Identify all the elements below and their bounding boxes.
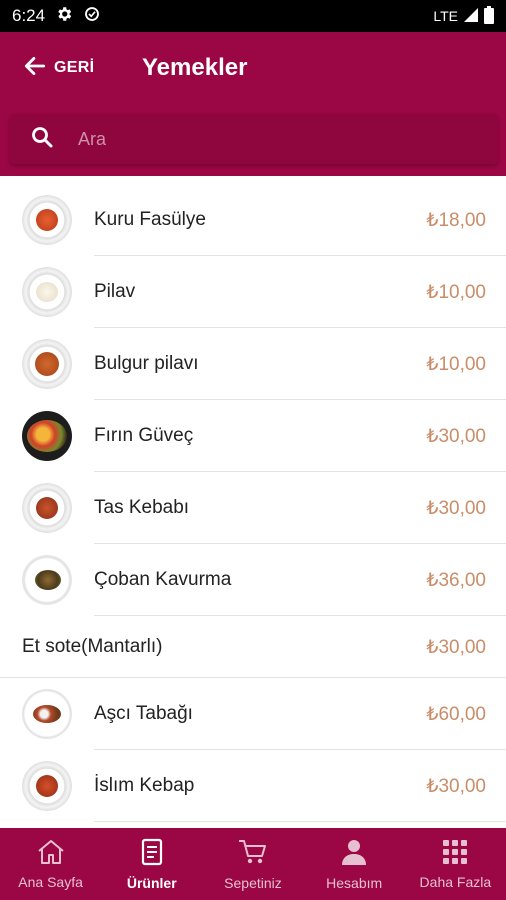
home-icon bbox=[36, 839, 66, 870]
nav-label: Ürünler bbox=[126, 874, 177, 891]
product-image bbox=[22, 689, 72, 739]
arrow-left-icon bbox=[22, 53, 48, 84]
list-item[interactable]: Bulgur pilavı ₺10,00 bbox=[0, 328, 506, 400]
data-saver-icon bbox=[83, 5, 101, 28]
settings-icon bbox=[55, 5, 73, 28]
search-box[interactable] bbox=[10, 114, 498, 164]
nav-account[interactable]: Hesabım bbox=[306, 838, 402, 891]
status-time: 6:24 bbox=[12, 6, 46, 25]
menu-book-icon bbox=[139, 838, 165, 871]
product-name: Kuru Fasülye bbox=[94, 209, 206, 230]
product-name: İslım Kebap bbox=[94, 775, 195, 796]
list-item[interactable]: İslım Kebap ₺30,00 bbox=[0, 750, 506, 822]
product-image bbox=[22, 267, 72, 317]
product-price: ₺60,00 bbox=[426, 703, 486, 725]
product-image bbox=[22, 339, 72, 389]
back-button[interactable]: GERİ bbox=[22, 52, 94, 84]
nav-label: Daha Fazla bbox=[419, 873, 492, 890]
product-price: ₺30,00 bbox=[426, 636, 486, 658]
product-image bbox=[22, 195, 72, 245]
bottom-nav: Ana Sayfa Ürünler Sepetiniz Hesabım Daha… bbox=[0, 828, 506, 900]
battery-icon bbox=[484, 5, 494, 27]
list-item[interactable]: Aşcı Tabağı ₺60,00 bbox=[0, 678, 506, 750]
list-item[interactable]: Tas Kebabı ₺30,00 bbox=[0, 472, 506, 544]
signal-icon bbox=[464, 7, 478, 25]
search-input[interactable] bbox=[78, 128, 458, 150]
status-bar: 6:24 LTE bbox=[0, 0, 506, 32]
product-name: Fırın Güveç bbox=[94, 425, 194, 446]
product-name: Çoban Kavurma bbox=[94, 569, 232, 590]
nav-products[interactable]: Ürünler bbox=[104, 838, 200, 891]
product-price: ₺30,00 bbox=[426, 497, 486, 519]
divider bbox=[94, 821, 506, 822]
nav-label: Sepetiniz bbox=[224, 874, 282, 891]
product-price: ₺10,00 bbox=[426, 353, 486, 375]
nav-more[interactable]: Daha Fazla bbox=[407, 839, 503, 890]
product-name: Tas Kebabı bbox=[94, 497, 190, 518]
product-name: Et sote(Mantarlı) bbox=[22, 636, 163, 657]
product-image bbox=[22, 483, 72, 533]
product-price: ₺10,00 bbox=[426, 281, 486, 303]
nav-cart[interactable]: Sepetiniz bbox=[205, 838, 301, 891]
product-image bbox=[22, 411, 72, 461]
cart-icon bbox=[237, 838, 269, 871]
list-item[interactable]: Et sote(Mantarlı) ₺30,00 bbox=[0, 616, 506, 678]
app-header: GERİ Yemekler bbox=[0, 32, 506, 176]
back-label: GERİ bbox=[54, 59, 95, 76]
network-type: LTE bbox=[433, 8, 458, 24]
product-price: ₺30,00 bbox=[426, 425, 486, 447]
product-image bbox=[22, 555, 72, 605]
list-item[interactable]: Pilav ₺10,00 bbox=[0, 256, 506, 328]
list-item[interactable]: Fırın Güveç ₺30,00 bbox=[0, 400, 506, 472]
product-name: Bulgur pilavı bbox=[94, 353, 199, 374]
nav-home[interactable]: Ana Sayfa bbox=[3, 839, 99, 890]
nav-label: Ana Sayfa bbox=[18, 873, 83, 890]
person-icon bbox=[341, 838, 367, 871]
list-item[interactable]: Kuru Fasülye ₺18,00 bbox=[0, 184, 506, 256]
product-name: Aşcı Tabağı bbox=[94, 703, 193, 724]
grid-icon bbox=[442, 839, 468, 870]
product-list[interactable]: Kuru Fasülye ₺18,00 Pilav ₺10,00 Bulgur … bbox=[0, 184, 506, 828]
product-price: ₺36,00 bbox=[426, 569, 486, 591]
page-title: Yemekler bbox=[142, 54, 248, 81]
list-item[interactable]: Çoban Kavurma ₺36,00 bbox=[0, 544, 506, 616]
product-image bbox=[22, 761, 72, 811]
product-price: ₺18,00 bbox=[426, 209, 486, 231]
product-price: ₺30,00 bbox=[426, 775, 486, 797]
search-icon bbox=[30, 125, 54, 154]
product-name: Pilav bbox=[94, 281, 136, 302]
nav-label: Hesabım bbox=[326, 874, 383, 891]
